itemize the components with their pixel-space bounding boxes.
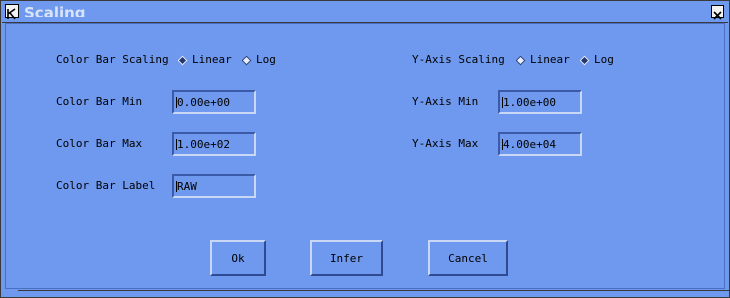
scaling-dialog: Scaling Color Bar Scaling Linear Log Col… <box>0 0 730 298</box>
y-axis-linear-label: Linear <box>530 53 570 66</box>
close-x-glyph <box>713 11 722 20</box>
close-icon[interactable] <box>711 5 724 20</box>
color-bar-label-input[interactable]: RAW <box>172 174 256 198</box>
ok-button[interactable]: Ok <box>210 240 266 276</box>
window-title: Scaling <box>24 4 86 17</box>
color-bar-min-label: Color Bar Min <box>56 95 143 108</box>
y-axis-max-label: Y-Axis Max <box>412 137 479 150</box>
radio-selected-icon <box>177 55 188 65</box>
bottom-frame-edge <box>18 290 729 297</box>
k-icon[interactable] <box>5 4 19 20</box>
radio-unselected-icon <box>515 55 526 65</box>
color-bar-max-value: 1.00e+02 <box>177 138 230 151</box>
y-axis-log-radio[interactable]: Log <box>577 53 614 67</box>
color-bar-label-value: RAW <box>177 180 197 193</box>
y-axis-min-value: 1.00e+00 <box>503 96 556 109</box>
radio-selected-icon <box>579 55 590 65</box>
y-axis-scaling-label: Y-Axis Scaling <box>412 53 505 66</box>
y-axis-max-input[interactable]: 4.00e+04 <box>498 132 582 156</box>
color-bar-min-value: 0.00e+00 <box>177 96 230 109</box>
y-axis-log-label: Log <box>594 53 614 66</box>
k-icon-glyph <box>7 8 16 20</box>
color-bar-label-label: Color Bar Label <box>56 179 156 192</box>
color-bar-min-input[interactable]: 0.00e+00 <box>172 90 256 114</box>
color-bar-linear-radio[interactable]: Linear <box>175 53 232 67</box>
color-bar-linear-label: Linear <box>192 53 232 66</box>
y-axis-linear-radio[interactable]: Linear <box>513 53 570 67</box>
color-bar-log-radio[interactable]: Log <box>239 53 276 67</box>
title-bar[interactable]: Scaling <box>2 2 728 23</box>
color-bar-max-label: Color Bar Max <box>56 137 143 150</box>
infer-button[interactable]: Infer <box>310 240 383 276</box>
radio-unselected-icon <box>241 55 252 65</box>
cancel-button[interactable]: Cancel <box>428 240 508 276</box>
y-axis-min-label: Y-Axis Min <box>412 95 479 108</box>
color-bar-log-label: Log <box>256 53 276 66</box>
y-axis-min-input[interactable]: 1.00e+00 <box>498 90 582 114</box>
color-bar-scaling-label: Color Bar Scaling <box>56 53 169 66</box>
color-bar-max-input[interactable]: 1.00e+02 <box>172 132 256 156</box>
y-axis-max-value: 4.00e+04 <box>503 138 556 151</box>
